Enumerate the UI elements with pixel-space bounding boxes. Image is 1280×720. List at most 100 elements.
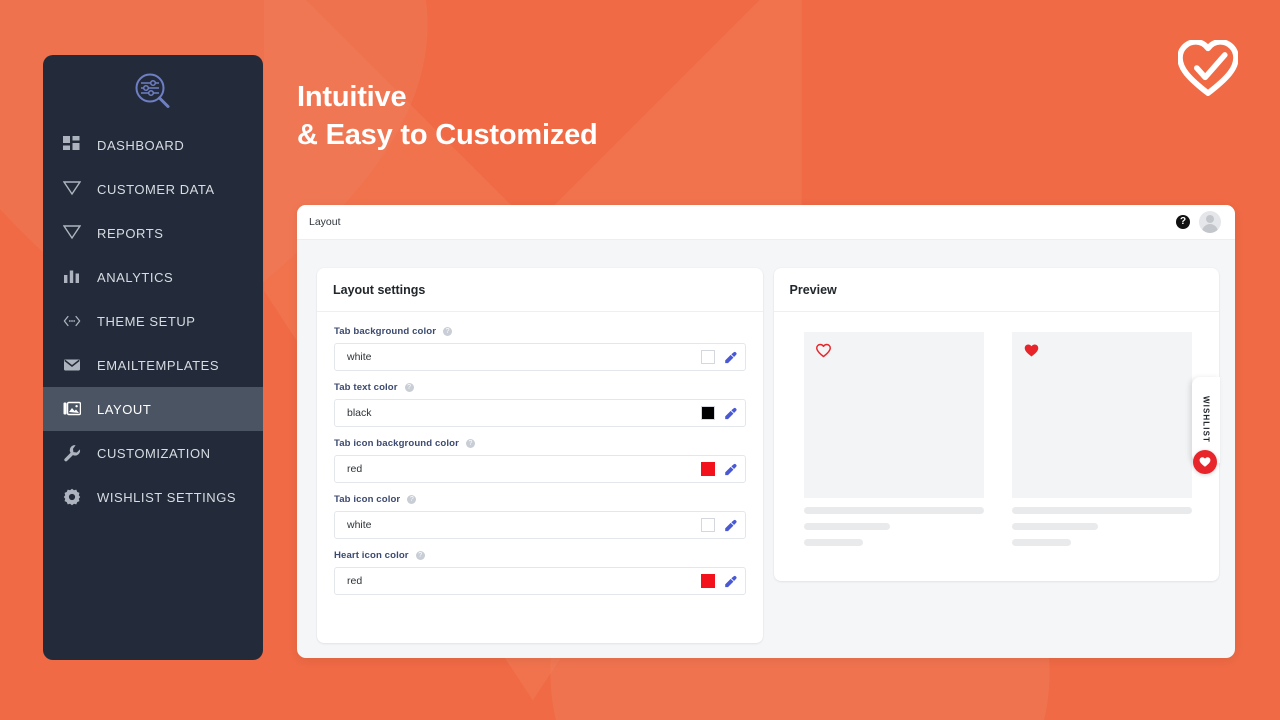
info-icon[interactable]: ? bbox=[443, 327, 453, 336]
sidebar-item-label: LAYOUT bbox=[97, 401, 152, 417]
product-text-placeholder bbox=[803, 507, 984, 514]
color-input-value: white bbox=[347, 351, 372, 363]
headline-line-1: Intuitive bbox=[297, 81, 407, 113]
topbar-actions: ? bbox=[1176, 211, 1221, 233]
sidebar-item-customization[interactable]: CUSTOMIZATION bbox=[43, 431, 263, 475]
sidebar-item-label: DASHBOARD bbox=[97, 137, 185, 153]
field-label: Tab icon color bbox=[334, 494, 401, 505]
mail-icon bbox=[61, 354, 83, 376]
sidebar-item-theme-setup[interactable]: THEME SETUP bbox=[43, 299, 263, 343]
field-label-row: Tab icon background color ? bbox=[334, 438, 746, 449]
color-swatch[interactable] bbox=[700, 350, 715, 364]
filter-icon bbox=[61, 222, 83, 244]
help-icon[interactable]: ? bbox=[1176, 215, 1190, 229]
eyedropper-icon[interactable] bbox=[724, 351, 737, 364]
color-input-row[interactable]: white bbox=[334, 343, 746, 371]
breadcrumb: Layout bbox=[309, 216, 341, 228]
sidebar-item-dashboard[interactable]: DASHBOARD bbox=[43, 123, 263, 167]
preview-card: Preview bbox=[773, 268, 1220, 581]
layout-settings-header: Layout settings bbox=[317, 268, 763, 312]
eyedropper-icon[interactable] bbox=[724, 463, 737, 476]
sidebar-item-label: REPORTS bbox=[97, 225, 164, 241]
heart-filled-icon bbox=[1199, 457, 1211, 467]
product-text-placeholder bbox=[1011, 507, 1192, 514]
color-swatch[interactable] bbox=[700, 518, 715, 532]
sidebar-item-emailtemplates[interactable]: EMAILTEMPLATES bbox=[43, 343, 263, 387]
product-text-placeholder bbox=[1011, 523, 1098, 530]
color-input-value: red bbox=[347, 463, 363, 475]
sidebar-item-wishlist-settings[interactable]: WISHLIST SETTINGS bbox=[43, 475, 263, 519]
sidebar-item-label: THEME SETUP bbox=[97, 313, 196, 329]
window-body: Layout settings Tab background color ? w… bbox=[297, 240, 1235, 658]
settings-search-icon bbox=[135, 73, 170, 108]
preview-body bbox=[774, 312, 1220, 570]
field-label-row: Tab text color ? bbox=[334, 382, 746, 393]
gear-icon bbox=[61, 486, 83, 508]
eyedropper-icon[interactable] bbox=[724, 407, 737, 420]
field-label-row: Tab icon color ? bbox=[334, 494, 746, 505]
info-icon[interactable]: ? bbox=[407, 495, 417, 504]
field-label: Tab text color bbox=[334, 382, 398, 393]
color-input-row[interactable]: red bbox=[334, 455, 746, 483]
field-label: Tab background color bbox=[334, 326, 437, 337]
wishlist-floating-button[interactable] bbox=[1193, 450, 1217, 474]
field-tab-icon-color: Tab icon color ? white bbox=[334, 494, 746, 539]
sidebar-item-label: WISHLIST SETTINGS bbox=[97, 489, 237, 505]
field-tab-background-color: Tab background color ? white bbox=[334, 326, 746, 371]
code-icon bbox=[61, 310, 83, 332]
product-text-placeholder bbox=[803, 539, 863, 546]
bar-chart-icon bbox=[61, 266, 83, 288]
image-icon bbox=[61, 398, 83, 420]
preview-title: Preview bbox=[789, 283, 837, 297]
eyedropper-icon[interactable] bbox=[724, 519, 737, 532]
field-label: Tab icon background color bbox=[334, 438, 459, 449]
preview-product-card bbox=[1011, 332, 1192, 546]
product-image-placeholder bbox=[1011, 332, 1192, 498]
sidebar-item-label: ANALYTICS bbox=[97, 269, 174, 285]
sidebar-item-label: CUSTOMIZATION bbox=[97, 445, 211, 461]
layout-settings-card: Layout settings Tab background color ? w… bbox=[317, 268, 763, 643]
sidebar-item-analytics[interactable]: ANALYTICS bbox=[43, 255, 263, 299]
app-topbar: Layout ? bbox=[297, 205, 1235, 240]
info-icon[interactable]: ? bbox=[404, 383, 414, 392]
sidebar-item-label: CUSTOMER DATA bbox=[97, 181, 215, 197]
color-input-row[interactable]: red bbox=[334, 567, 746, 595]
color-input-row[interactable]: white bbox=[334, 511, 746, 539]
color-input-row[interactable]: black bbox=[334, 399, 746, 427]
sidebar-item-customer-data[interactable]: CUSTOMER DATA bbox=[43, 167, 263, 211]
wishlist-tab-label: WISHLIST bbox=[1201, 396, 1211, 444]
headline-line-2: & Easy to Customized bbox=[297, 119, 598, 152]
sidebar-nav: DASHBOARD CUSTOMER DATA REPORTS ANALYTIC… bbox=[43, 123, 263, 519]
info-icon[interactable]: ? bbox=[415, 551, 425, 560]
color-swatch[interactable] bbox=[700, 406, 715, 420]
product-text-placeholder bbox=[1011, 539, 1071, 546]
field-tab-text-color: Tab text color ? black bbox=[334, 382, 746, 427]
sidebar-logo bbox=[43, 55, 263, 117]
preview-product-card bbox=[803, 332, 984, 546]
color-swatch[interactable] bbox=[700, 462, 715, 476]
color-input-value: black bbox=[347, 407, 372, 419]
heart-filled-icon[interactable] bbox=[1024, 343, 1039, 358]
color-input-value: white bbox=[347, 519, 372, 531]
wrench-icon bbox=[61, 442, 83, 464]
sidebar-item-reports[interactable]: REPORTS bbox=[43, 211, 263, 255]
eyedropper-icon[interactable] bbox=[724, 575, 737, 588]
field-label-row: Tab background color ? bbox=[334, 326, 746, 337]
avatar[interactable] bbox=[1199, 211, 1221, 233]
layout-settings-title: Layout settings bbox=[333, 283, 426, 297]
heart-check-logo-icon bbox=[1178, 40, 1238, 96]
heart-outline-icon[interactable] bbox=[815, 343, 831, 358]
sidebar-item-label: EMAILTEMPLATES bbox=[97, 357, 220, 373]
preview-header: Preview bbox=[773, 268, 1219, 312]
dashboard-icon bbox=[61, 134, 83, 156]
product-text-placeholder bbox=[803, 523, 890, 530]
sidebar-item-layout[interactable]: LAYOUT bbox=[43, 387, 263, 431]
filter-icon bbox=[61, 178, 83, 200]
brand-logo bbox=[1178, 40, 1238, 96]
color-input-value: red bbox=[347, 575, 363, 587]
color-swatch[interactable] bbox=[700, 574, 715, 588]
layout-settings-body: Tab background color ? white Tab text co… bbox=[317, 312, 763, 613]
info-icon[interactable]: ? bbox=[465, 439, 475, 448]
field-heart-icon-color: Heart icon color ? red bbox=[334, 550, 746, 595]
page-headline: Intuitive & Easy to Customized bbox=[297, 78, 598, 155]
